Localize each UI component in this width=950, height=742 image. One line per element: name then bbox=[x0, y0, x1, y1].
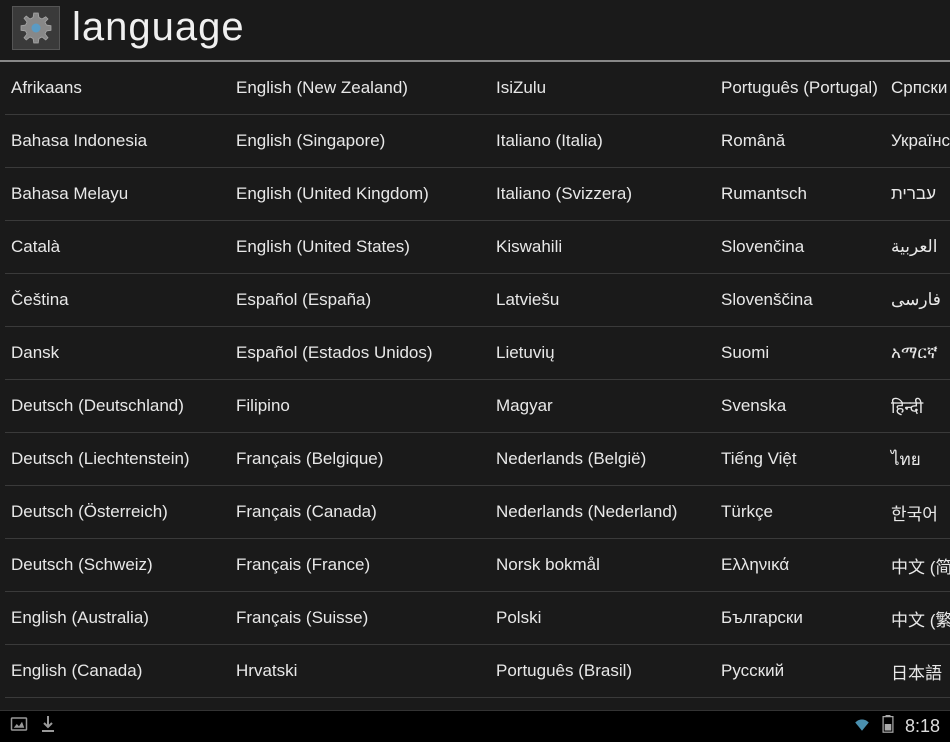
clock: 8:18 bbox=[905, 716, 940, 737]
language-item[interactable]: English (United States) bbox=[230, 221, 490, 274]
language-item[interactable]: فارسى bbox=[885, 274, 950, 327]
language-item[interactable]: Dansk bbox=[5, 327, 230, 380]
language-item[interactable]: Svenska bbox=[715, 380, 885, 433]
language-column-1: English (New Zealand) English (Singapore… bbox=[230, 62, 490, 698]
language-item[interactable]: עברית bbox=[885, 168, 950, 221]
language-item[interactable]: English (Australia) bbox=[5, 592, 230, 645]
wifi-icon bbox=[853, 715, 871, 738]
language-item[interactable]: Français (Belgique) bbox=[230, 433, 490, 486]
language-item[interactable]: 中文 (繁體) bbox=[885, 592, 950, 645]
gear-icon bbox=[12, 6, 60, 50]
language-item[interactable]: Deutsch (Deutschland) bbox=[5, 380, 230, 433]
language-item[interactable]: Nederlands (Nederland) bbox=[490, 486, 715, 539]
language-item[interactable]: IsiZulu bbox=[490, 62, 715, 115]
language-item[interactable]: Italiano (Italia) bbox=[490, 115, 715, 168]
language-item[interactable]: Rumantsch bbox=[715, 168, 885, 221]
language-item[interactable]: Deutsch (Österreich) bbox=[5, 486, 230, 539]
language-column-4: Српски Українська עברית العربية فارسى አማ… bbox=[885, 62, 950, 698]
language-item[interactable]: Hrvatski bbox=[230, 645, 490, 698]
language-item[interactable]: Français (Suisse) bbox=[230, 592, 490, 645]
language-item[interactable]: English (New Zealand) bbox=[230, 62, 490, 115]
language-item[interactable]: Kiswahili bbox=[490, 221, 715, 274]
language-item[interactable]: Čeština bbox=[5, 274, 230, 327]
language-column-0: Afrikaans Bahasa Indonesia Bahasa Melayu… bbox=[5, 62, 230, 698]
language-column-3: Português (Portugal) Română Rumantsch Sl… bbox=[715, 62, 885, 698]
language-item[interactable]: Português (Portugal) bbox=[715, 62, 885, 115]
language-item[interactable]: Español (Estados Unidos) bbox=[230, 327, 490, 380]
language-item[interactable]: Türkçe bbox=[715, 486, 885, 539]
language-item[interactable]: العربية bbox=[885, 221, 950, 274]
language-item[interactable]: Català bbox=[5, 221, 230, 274]
language-item[interactable]: Deutsch (Schweiz) bbox=[5, 539, 230, 592]
language-item[interactable]: 日本語 bbox=[885, 645, 950, 698]
language-item[interactable]: አማርኛ bbox=[885, 327, 950, 380]
language-grid: Afrikaans Bahasa Indonesia Bahasa Melayu… bbox=[0, 62, 950, 698]
language-item[interactable]: Српски bbox=[885, 62, 950, 115]
language-item[interactable]: Norsk bokmål bbox=[490, 539, 715, 592]
language-item[interactable]: Українська bbox=[885, 115, 950, 168]
language-item[interactable]: English (Canada) bbox=[5, 645, 230, 698]
language-item[interactable]: Suomi bbox=[715, 327, 885, 380]
language-item[interactable]: English (Singapore) bbox=[230, 115, 490, 168]
language-item[interactable]: Español (España) bbox=[230, 274, 490, 327]
language-item[interactable]: 한국어 bbox=[885, 486, 950, 539]
language-item[interactable]: Ελληνικά bbox=[715, 539, 885, 592]
image-notification-icon[interactable] bbox=[10, 716, 28, 737]
status-bar: 8:18 bbox=[0, 710, 950, 742]
language-item[interactable]: Nederlands (België) bbox=[490, 433, 715, 486]
language-column-2: IsiZulu Italiano (Italia) Italiano (Sviz… bbox=[490, 62, 715, 698]
language-item[interactable]: English (United Kingdom) bbox=[230, 168, 490, 221]
language-item[interactable]: हिन्दी bbox=[885, 380, 950, 433]
language-item[interactable]: 中文 (简体) bbox=[885, 539, 950, 592]
language-item[interactable]: Filipino bbox=[230, 380, 490, 433]
language-item[interactable]: Latviešu bbox=[490, 274, 715, 327]
language-item[interactable]: Русский bbox=[715, 645, 885, 698]
language-item[interactable]: Polski bbox=[490, 592, 715, 645]
language-item[interactable]: Tiếng Việt bbox=[715, 433, 885, 486]
battery-icon bbox=[879, 715, 897, 738]
language-item[interactable]: Bahasa Indonesia bbox=[5, 115, 230, 168]
language-item[interactable]: Deutsch (Liechtenstein) bbox=[5, 433, 230, 486]
language-item[interactable]: Bahasa Melayu bbox=[5, 168, 230, 221]
language-item[interactable]: Afrikaans bbox=[5, 62, 230, 115]
language-item[interactable]: Magyar bbox=[490, 380, 715, 433]
language-item[interactable]: ไทย bbox=[885, 433, 950, 486]
language-item[interactable]: Български bbox=[715, 592, 885, 645]
language-item[interactable]: Slovenščina bbox=[715, 274, 885, 327]
language-item[interactable]: Română bbox=[715, 115, 885, 168]
status-right: 8:18 bbox=[853, 715, 940, 738]
language-item[interactable]: Français (Canada) bbox=[230, 486, 490, 539]
language-item[interactable]: Slovenčina bbox=[715, 221, 885, 274]
page-title: language bbox=[72, 5, 245, 50]
language-item[interactable]: Français (France) bbox=[230, 539, 490, 592]
status-left bbox=[10, 715, 56, 738]
language-item[interactable]: Português (Brasil) bbox=[490, 645, 715, 698]
settings-header: language bbox=[0, 0, 950, 62]
language-item[interactable]: Italiano (Svizzera) bbox=[490, 168, 715, 221]
language-item[interactable]: Lietuvių bbox=[490, 327, 715, 380]
download-icon[interactable] bbox=[40, 715, 56, 738]
